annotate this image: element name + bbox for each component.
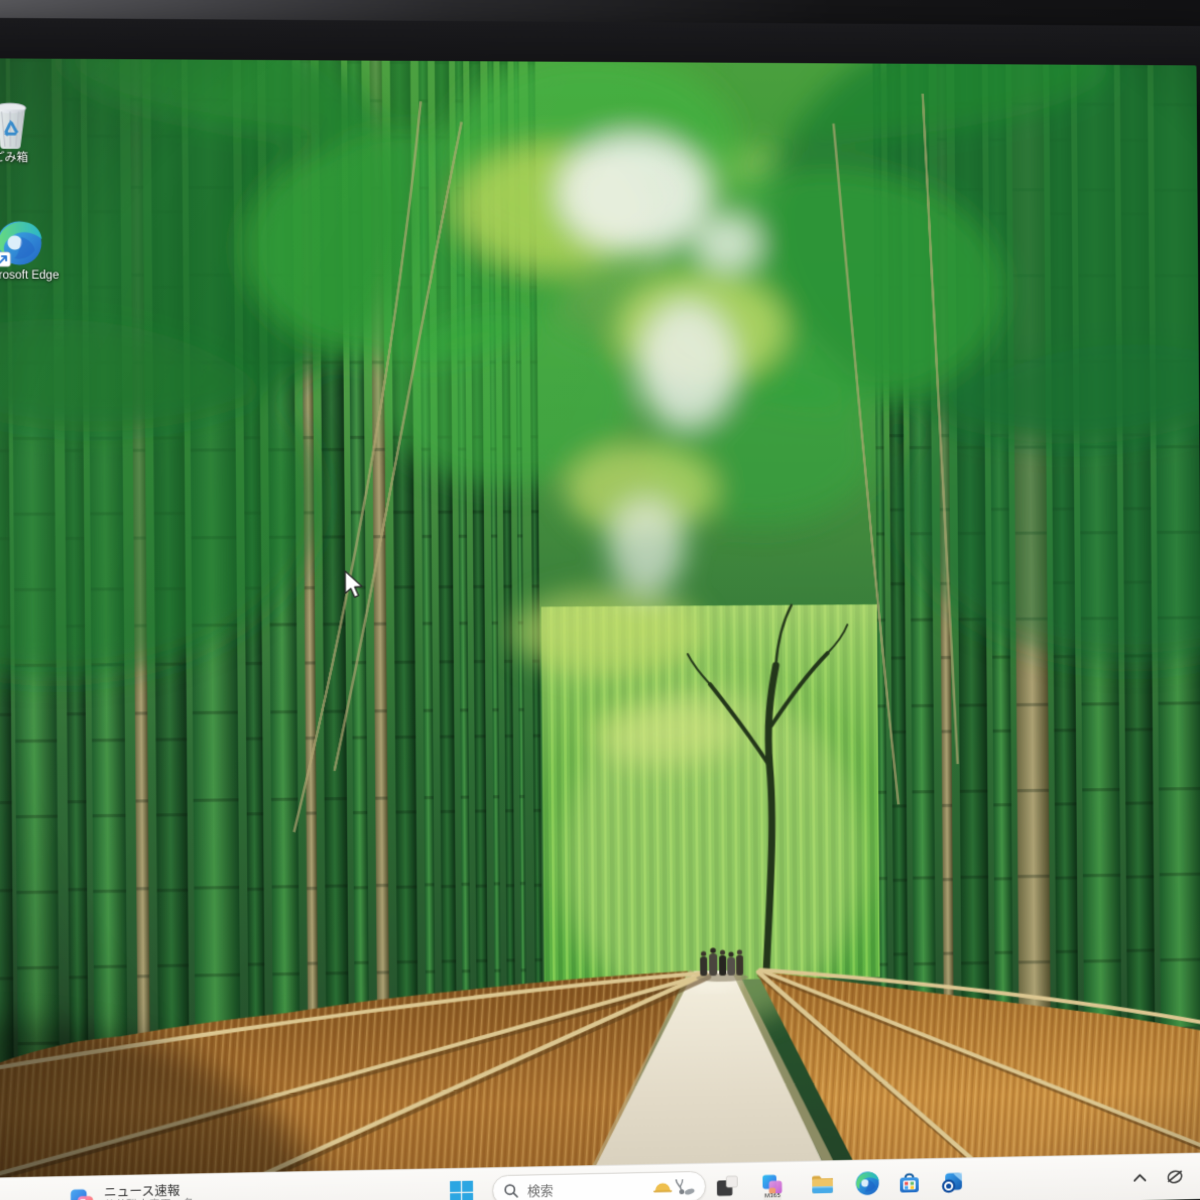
slashed-circle-icon (1165, 1168, 1185, 1186)
recycle-bin-icon (0, 101, 30, 149)
search-box[interactable]: 検索 (492, 1170, 707, 1200)
tray-status-button[interactable] (1160, 1160, 1189, 1194)
desktop-icon-edge[interactable]: Microsoft Edge (0, 219, 65, 283)
photo-background: ごみ箱 Microsoft Edge ニュース速報 検索 M365 (0, 0, 1200, 1200)
start-button[interactable] (444, 1175, 478, 1200)
search-icon (503, 1182, 519, 1198)
file-explorer-icon (811, 1175, 833, 1193)
desktop-icon-label: Microsoft Edge (0, 269, 60, 282)
widgets-button[interactable]: ニュース速報 藤井聡太竜王・名... (62, 1178, 210, 1200)
store-button[interactable] (892, 1165, 926, 1199)
mouse-cursor (342, 569, 364, 599)
task-view-button[interactable] (710, 1169, 744, 1200)
edge-icon (0, 219, 44, 268)
widgets-news-title: ニュース速報 (103, 1183, 180, 1200)
task-view-icon (716, 1173, 740, 1197)
microsoft-365-button[interactable]: M365 (756, 1168, 790, 1200)
search-highlights-icon (653, 1177, 696, 1196)
edge-button[interactable] (851, 1166, 885, 1200)
microsoft-365-badge: M365 (763, 1193, 782, 1200)
file-explorer-button[interactable] (805, 1167, 839, 1200)
monitor-bezel: ごみ箱 Microsoft Edge ニュース速報 検索 M365 (0, 17, 1200, 1200)
bamboo-wallpaper (0, 58, 1200, 1200)
desktop-icon-label: ごみ箱 (0, 151, 29, 165)
shortcut-arrow-icon (0, 252, 10, 266)
outlook-button[interactable] (935, 1164, 969, 1198)
desktop-icon-recycle-bin[interactable]: ごみ箱 (0, 101, 56, 165)
windows-logo-icon (449, 1180, 473, 1200)
chevron-up-icon (1132, 1171, 1148, 1183)
widgets-icon (70, 1188, 94, 1200)
outlook-icon (939, 1172, 962, 1195)
edge-icon (855, 1170, 881, 1196)
screen: ごみ箱 Microsoft Edge ニュース速報 検索 M365 (0, 58, 1200, 1200)
store-icon (899, 1169, 919, 1193)
search-placeholder: 検索 (527, 1183, 554, 1199)
tray-show-hidden-button[interactable] (1127, 1161, 1153, 1195)
